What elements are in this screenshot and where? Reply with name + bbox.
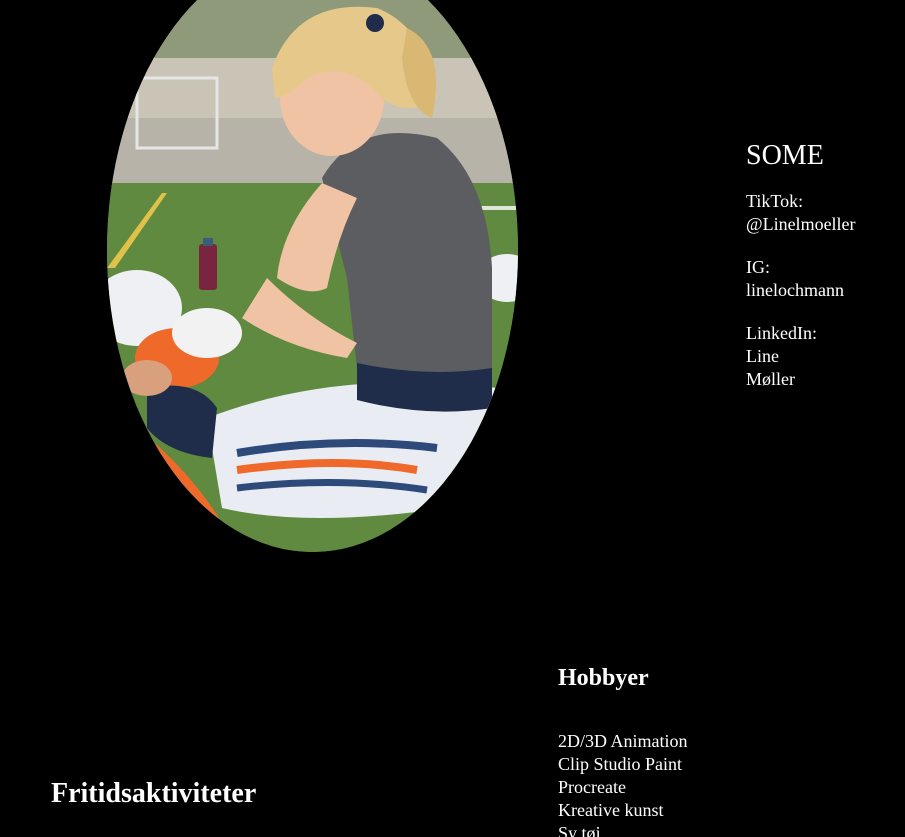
water-bottle [199, 244, 217, 290]
list-item: Sy tøj [558, 823, 601, 837]
social-media-section: SOME TikTok: @Linelmoeller IG: linelochm… [746, 138, 896, 411]
list-item: Kreative kunst [558, 800, 664, 820]
instagram-entry: IG: linelochmann [746, 256, 896, 302]
tiktok-handle[interactable]: @Linelmoeller [746, 213, 896, 236]
teammate-hand [122, 360, 172, 396]
leisure-heading: Fritidsaktiviteter [51, 778, 257, 809]
hobbies-heading: Hobbyer [558, 665, 649, 691]
hobby-list: 2D/3D Animation Clip Studio Paint Procre… [558, 730, 858, 837]
photo-illustration [107, 0, 518, 552]
list-item: Procreate [558, 777, 626, 797]
instagram-label: IG: [746, 257, 770, 277]
list-item: 2D/3D Animation [558, 731, 688, 751]
linkedin-label: LinkedIn: [746, 323, 817, 343]
hobbies-section: Hobbyer 2D/3D Animation Clip Studio Pain… [558, 660, 858, 837]
list-item: Clip Studio Paint [558, 754, 683, 774]
linkedin-entry: LinkedIn: Line Møller [746, 322, 896, 391]
linkedin-name-last[interactable]: Møller [746, 368, 896, 391]
page: SOME TikTok: @Linelmoeller IG: linelochm… [0, 0, 905, 837]
profile-photo [107, 0, 518, 552]
instagram-handle[interactable]: linelochmann [746, 279, 896, 302]
tiktok-label: TikTok: [746, 191, 804, 211]
glove [172, 308, 242, 358]
tiktok-entry: TikTok: @Linelmoeller [746, 190, 896, 236]
some-heading: SOME [746, 140, 824, 171]
hair-tie [366, 14, 384, 32]
linkedin-name-first[interactable]: Line [746, 345, 896, 368]
